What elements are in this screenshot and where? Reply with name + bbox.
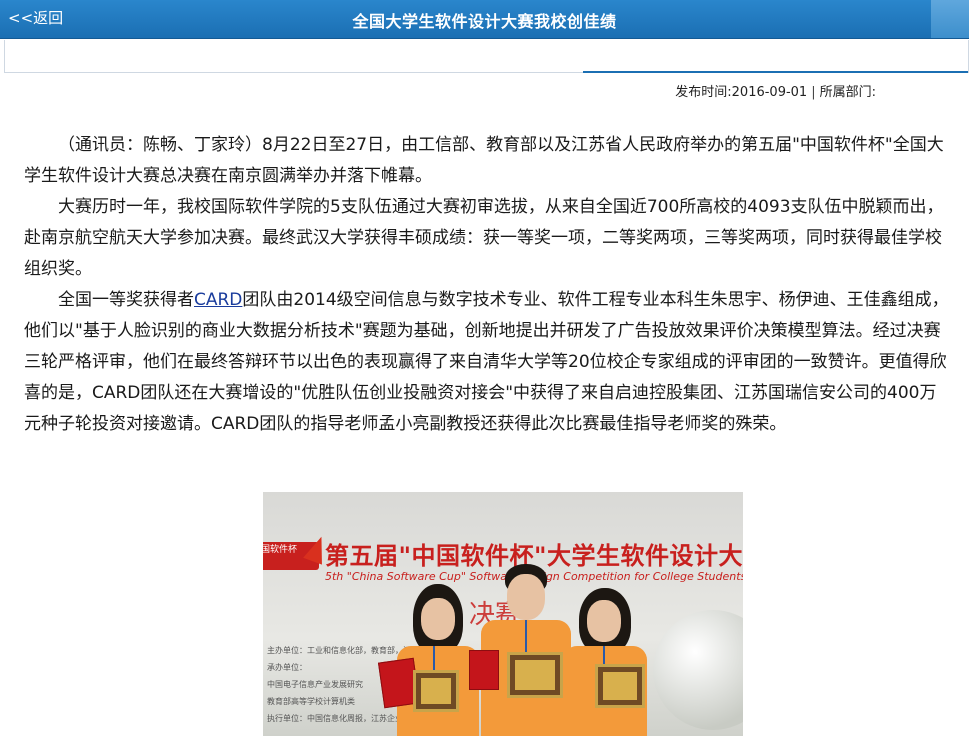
header-edge-decoration	[931, 0, 969, 38]
sub-header-accent-line	[583, 71, 968, 73]
globe-decoration	[653, 610, 743, 730]
person-right	[559, 588, 649, 736]
paragraph-1: （通讯员：陈畅、丁家玲）8月22日至27日，由工信部、教育部以及江苏省人民政府举…	[24, 135, 944, 186]
p3-before-link: 全国一等奖获得者	[58, 290, 194, 310]
award-plaque-left	[413, 670, 459, 712]
publish-label: 发布时间:	[675, 85, 732, 100]
sub-header-bar	[4, 40, 969, 73]
paragraph-2: 大赛历时一年，我校国际软件学院的5支队伍通过大赛初审选拔，从来自全国近700所高…	[24, 197, 944, 279]
meta-separator: |	[811, 85, 816, 100]
card-team-link[interactable]: CARD	[194, 290, 242, 310]
article-meta: 发布时间:2016-09-01 | 所属部门:	[675, 81, 876, 100]
award-plaque-middle	[507, 652, 563, 698]
award-certificate-middle	[469, 650, 499, 690]
publish-date: 2016-09-01	[731, 85, 808, 100]
article-body: （通讯员：陈畅、丁家玲）8月22日至27日，由工信部、教育部以及江苏省人民政府举…	[24, 130, 949, 440]
award-plaque-right	[595, 664, 645, 708]
department-label: 所属部门:	[819, 85, 876, 100]
top-header-bar: <<返回 全国大学生软件设计大赛我校创佳绩	[0, 0, 969, 39]
award-photo: 国软件杯 第五届"中国软件杯"大学生软件设计大赛 5th "China Soft…	[263, 492, 743, 736]
p3-after-link: 团队由2014级空间信息与数字技术专业、软件工程专业本科生朱思宇、杨伊迪、王佳鑫…	[24, 290, 949, 434]
paragraph-3: 全国一等奖获得者CARD团队由2014级空间信息与数字技术专业、软件工程专业本科…	[24, 285, 949, 440]
page-title: 全国大学生软件设计大赛我校创佳绩	[352, 12, 617, 31]
